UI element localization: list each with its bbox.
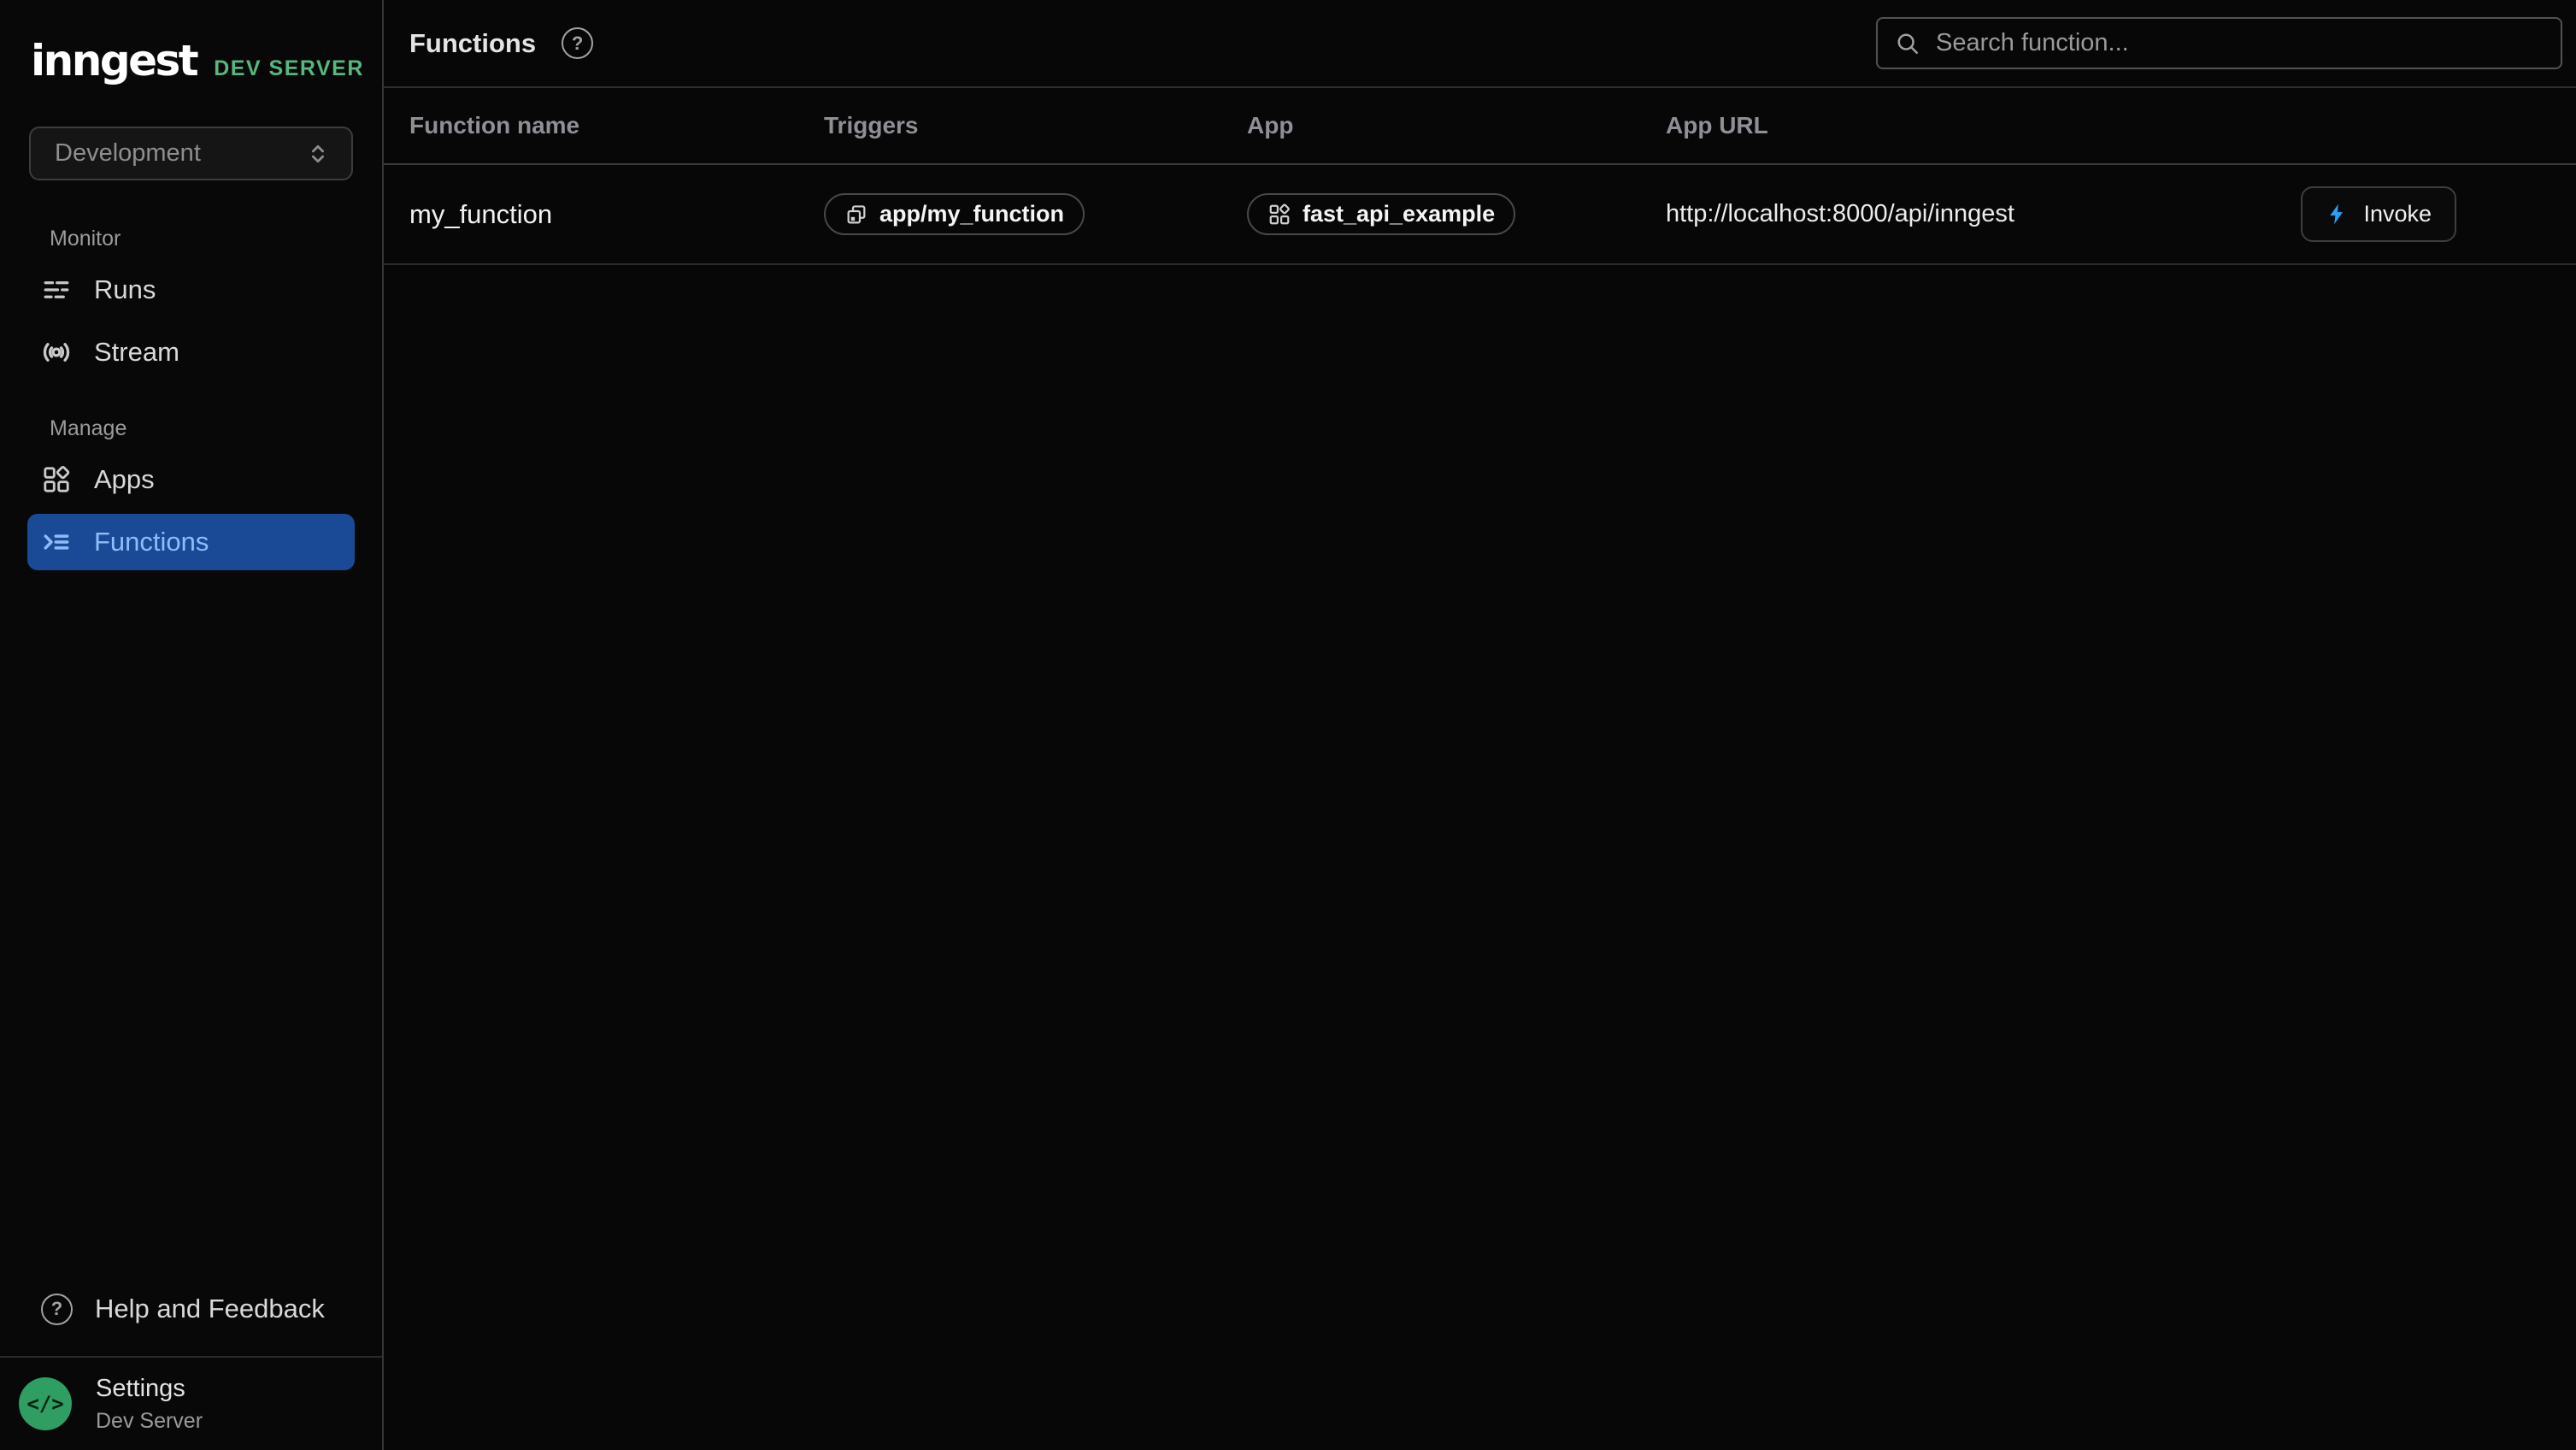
- search-input[interactable]: [1936, 29, 2544, 57]
- chevron-up-down-icon: [305, 141, 331, 167]
- sidebar-item-stream[interactable]: Stream: [27, 324, 355, 380]
- nav-section-manage: Manage Apps: [0, 416, 382, 570]
- main-content: Functions ? Function name Triggers App A…: [384, 0, 2576, 1450]
- functions-icon: [41, 527, 72, 557]
- table-header: Function name Triggers App App URL: [384, 88, 2576, 165]
- column-function-name: Function name: [409, 112, 824, 139]
- dev-server-badge: DEV SERVER: [214, 56, 364, 81]
- function-name-cell: my_function: [409, 199, 552, 229]
- sidebar-item-label: Runs: [94, 274, 156, 305]
- inngest-logo: inngest: [31, 39, 197, 82]
- help-icon[interactable]: ?: [562, 27, 593, 59]
- sidebar-item-label: Apps: [94, 464, 155, 495]
- sidebar-item-functions[interactable]: Functions: [27, 514, 355, 570]
- environment-selector-value: Development: [55, 139, 201, 168]
- stream-icon: [41, 337, 72, 368]
- sidebar-item-label: Functions: [94, 527, 209, 557]
- title-group: Functions ?: [409, 27, 593, 59]
- sidebar-item-label: Stream: [94, 337, 179, 368]
- main-header: Functions ?: [384, 0, 2576, 88]
- sidebar-spacer: [0, 576, 382, 1275]
- app-window: inngest DEV SERVER Development Monitor: [0, 0, 2576, 1450]
- app-badge-label: fast_api_example: [1303, 201, 1495, 227]
- sidebar: inngest DEV SERVER Development Monitor: [0, 0, 384, 1450]
- settings-text: Settings Dev Server: [96, 1375, 203, 1434]
- empty-area: [384, 265, 2576, 1450]
- event-frame-icon: [844, 203, 868, 227]
- page-title: Functions: [409, 28, 536, 59]
- settings-item[interactable]: </> Settings Dev Server: [0, 1356, 382, 1450]
- brand-row: inngest DEV SERVER: [0, 0, 382, 82]
- nav-section-manage-label: Manage: [50, 416, 382, 441]
- table-row[interactable]: my_function app/my_function: [384, 165, 2576, 265]
- apps-icon: [1267, 203, 1291, 227]
- question-icon: ?: [41, 1294, 73, 1325]
- settings-subtitle: Dev Server: [96, 1409, 203, 1434]
- sidebar-item-apps[interactable]: Apps: [27, 451, 355, 508]
- nav-section-monitor: Monitor Runs: [0, 227, 382, 380]
- app-badge[interactable]: fast_api_example: [1247, 193, 1515, 235]
- invoke-button[interactable]: Invoke: [2301, 186, 2456, 242]
- trigger-badge[interactable]: app/my_function: [824, 193, 1085, 235]
- runs-icon: [41, 274, 72, 305]
- column-triggers: Triggers: [824, 112, 1247, 139]
- help-and-feedback-item[interactable]: ? Help and Feedback: [27, 1281, 355, 1337]
- apps-icon: [41, 464, 72, 495]
- column-app: App: [1247, 112, 1666, 139]
- app-url-cell: http://localhost:8000/api/inngest: [1666, 200, 2014, 227]
- invoke-button-label: Invoke: [2363, 201, 2432, 227]
- search-box[interactable]: [1876, 17, 2562, 69]
- invoke-cell: Invoke: [2301, 186, 2456, 242]
- column-app-url: App URL: [1666, 112, 2576, 139]
- sidebar-item-runs[interactable]: Runs: [27, 262, 355, 318]
- nav-section-monitor-label: Monitor: [50, 227, 382, 251]
- environment-selector[interactable]: Development: [29, 127, 353, 180]
- help-and-feedback-label: Help and Feedback: [95, 1294, 325, 1324]
- code-icon: </>: [19, 1377, 72, 1430]
- bolt-icon: [2326, 203, 2349, 226]
- search-icon: [1895, 31, 1920, 56]
- sidebar-nav: Monitor Runs: [0, 227, 382, 576]
- settings-title: Settings: [96, 1375, 203, 1403]
- trigger-badge-label: app/my_function: [879, 201, 1064, 227]
